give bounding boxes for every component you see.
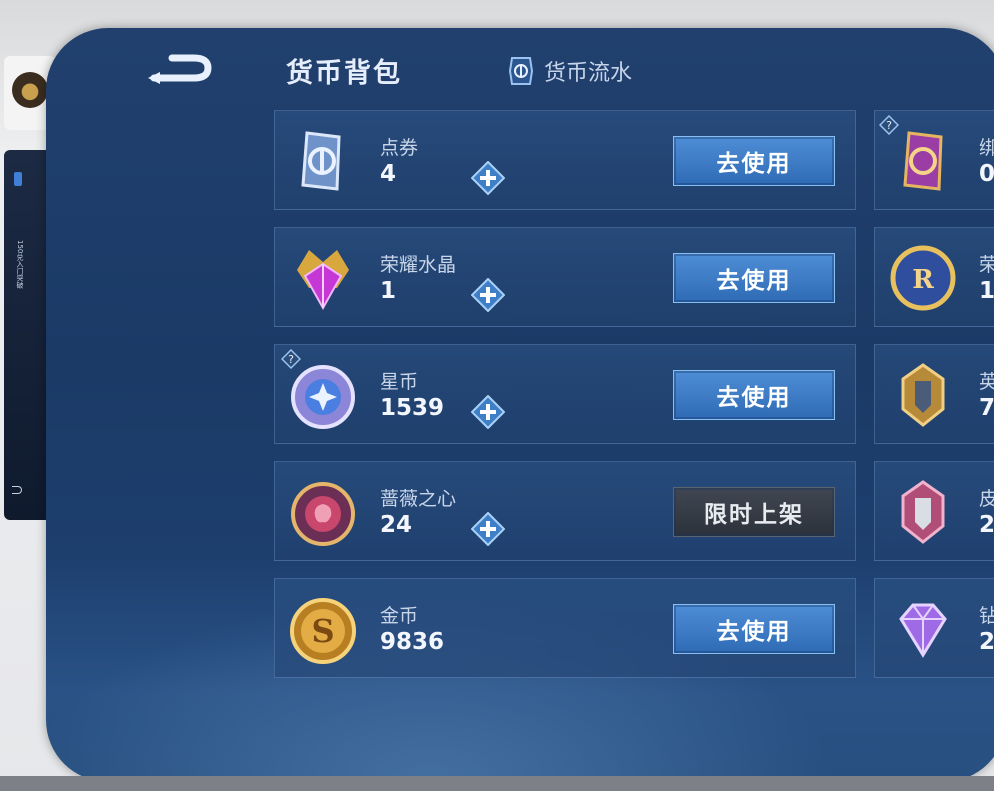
currency-card-hero-fragment: 英 7	[874, 344, 994, 444]
currency-name: 蔷薇之心	[380, 488, 457, 510]
plus-icon[interactable]	[471, 512, 505, 546]
currency-name: 钻	[979, 605, 994, 627]
hero-fragment-icon	[901, 363, 945, 427]
currency-value: 9836	[380, 629, 445, 655]
use-button[interactable]: 去使用	[673, 253, 835, 303]
svg-text:S: S	[311, 612, 334, 650]
currency-name: 荣	[979, 254, 994, 276]
currency-value: 0	[979, 161, 994, 187]
use-button[interactable]: 去使用	[673, 136, 835, 186]
currency-name: 荣耀水晶	[380, 254, 457, 276]
currency-card-coupon: 点券 4 去使用	[274, 110, 856, 210]
limited-time-button[interactable]: 限时上架	[673, 487, 835, 537]
currency-name: 点券	[380, 137, 419, 159]
use-button[interactable]: 去使用	[673, 604, 835, 654]
side-vertical-text: 150兑入门突破	[16, 240, 24, 289]
currency-value: 2	[979, 512, 994, 538]
star-coin-icon	[291, 365, 355, 429]
currency-value: 1	[380, 278, 397, 304]
honor-token-icon: R	[890, 245, 956, 311]
crystal-icon	[297, 250, 349, 311]
gold-coin-icon: S	[290, 598, 356, 664]
game-window: 货币背包 货币流水 点券 4 去使用 荣耀水晶 1 去使用 ? 星币 1539 …	[46, 28, 994, 782]
currency-card-diamond: 钻 2	[874, 578, 994, 678]
side-panel[interactable]: 150兑入门突破	[4, 150, 52, 520]
avatar-image	[12, 72, 48, 108]
currency-value: 7	[979, 395, 994, 421]
currency-card-bind-coupon: ? 绑 0	[874, 110, 994, 210]
currency-value: 1539	[380, 395, 445, 421]
currency-name: 绑	[979, 137, 994, 159]
side-tag	[14, 172, 22, 186]
plus-icon[interactable]	[471, 395, 505, 429]
currency-card-star-coin: ? 星币 1539 去使用	[274, 344, 856, 444]
currency-value: 24	[380, 512, 413, 538]
currency-name: 金币	[380, 605, 419, 627]
currency-card-crystal: 荣耀水晶 1 去使用	[274, 227, 856, 327]
currency-value: 1	[979, 278, 994, 304]
rose-heart-icon	[291, 482, 355, 546]
plus-icon[interactable]	[471, 278, 505, 312]
currency-name: 英	[979, 371, 994, 393]
page-title: 货币背包	[286, 58, 402, 89]
coupon-icon	[301, 131, 341, 191]
currency-name: 皮	[979, 488, 994, 510]
currency-card-gold-coin: S 金币 9836 去使用	[274, 578, 856, 678]
svg-text:R: R	[912, 265, 934, 295]
currency-flow-link[interactable]: 货币流水	[508, 55, 632, 87]
use-button[interactable]: 去使用	[673, 370, 835, 420]
currency-card-rose-heart: 蔷薇之心 24 限时上架	[274, 461, 856, 561]
currency-card-skin-fragment: 皮 2	[874, 461, 994, 561]
currency-flow-label: 货币流水	[544, 61, 633, 86]
side-back-icon[interactable]	[12, 486, 22, 494]
currency-name: 星币	[380, 371, 419, 393]
diamond-icon	[899, 603, 947, 658]
currency-value: 4	[380, 161, 397, 187]
flow-ticket-icon	[508, 57, 534, 85]
bottom-bar	[0, 776, 994, 791]
skin-fragment-icon	[901, 480, 945, 544]
currency-value: 2	[979, 629, 994, 655]
plus-icon[interactable]	[471, 161, 505, 195]
bind-coupon-icon	[903, 131, 943, 191]
currency-card-honor-token: R 荣 1	[874, 227, 994, 327]
back-arrow-icon[interactable]	[146, 50, 214, 86]
